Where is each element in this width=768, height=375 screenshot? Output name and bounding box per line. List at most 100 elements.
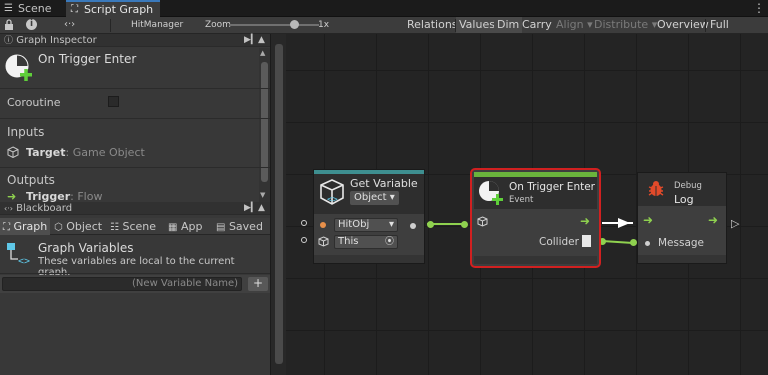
collider-file-icon[interactable] bbox=[582, 235, 591, 247]
add-variable-button[interactable]: + bbox=[248, 277, 268, 291]
cube-icon bbox=[7, 146, 19, 161]
cube-icon: ⬡ bbox=[54, 222, 63, 233]
node-footer bbox=[474, 256, 597, 264]
flow-output-port-icon[interactable]: ▷ bbox=[731, 217, 739, 230]
graph-scrollbar-thumb[interactable] bbox=[275, 44, 283, 364]
full-screen-button[interactable]: Full Screen bbox=[707, 17, 768, 47]
inputs-label: Inputs bbox=[7, 125, 45, 139]
input-port[interactable] bbox=[301, 220, 307, 226]
trigger-event-icon bbox=[478, 180, 504, 206]
variable-cube-icon: <> bbox=[318, 178, 346, 206]
graph-breadcrumb[interactable]: HitManager bbox=[131, 17, 183, 33]
overview-button[interactable]: Overview bbox=[654, 17, 712, 33]
align-dropdown[interactable]: Align ▾ bbox=[553, 17, 596, 33]
message-input-label: Message bbox=[658, 237, 705, 249]
carry-button[interactable]: Carry bbox=[519, 17, 555, 33]
input-port[interactable] bbox=[301, 237, 307, 243]
output-trigger-row: Trigger: Flow bbox=[26, 192, 103, 202]
scene-tab-icon: ☰ bbox=[4, 3, 13, 14]
name-port-icon[interactable] bbox=[320, 222, 326, 228]
bug-icon bbox=[646, 179, 666, 199]
flow-output-arrow-icon[interactable]: ➜ bbox=[708, 213, 718, 227]
zoom-slider-thumb[interactable] bbox=[289, 20, 299, 29]
target-field[interactable]: This ⦿ bbox=[334, 235, 398, 249]
flow-arrow-icon: ➜ bbox=[7, 190, 17, 203]
trigger-event-icon bbox=[5, 54, 33, 82]
message-port-icon[interactable] bbox=[645, 241, 650, 246]
relations-button[interactable]: Relations bbox=[404, 17, 461, 33]
debug-node-category: Debug bbox=[674, 181, 702, 191]
scroll-up-icon[interactable]: ▲ bbox=[260, 49, 265, 57]
on-trigger-enter-node[interactable]: On Trigger Enter Event ➜ Collider bbox=[470, 168, 601, 268]
dock-icon[interactable]: ▶▎ bbox=[244, 202, 258, 215]
chevron-down-icon: ▾ bbox=[388, 219, 394, 230]
svg-text:<>: <> bbox=[327, 195, 338, 205]
section-divider bbox=[0, 273, 270, 274]
dim-button[interactable]: Dim bbox=[494, 17, 523, 33]
debug-log-node[interactable]: Debug Log ➜ ➜ Message bbox=[637, 172, 727, 264]
graph-variables-icon: <> bbox=[6, 241, 32, 267]
value-connection bbox=[601, 240, 634, 244]
graph-tab-icon: ⛶ bbox=[71, 4, 78, 15]
app-icon: ▦ bbox=[168, 222, 178, 233]
tab-scene[interactable]: ☰ Scene bbox=[0, 0, 64, 17]
node-footer bbox=[314, 255, 424, 263]
scrollbar-thumb[interactable] bbox=[261, 62, 268, 182]
inspector-scrollbar[interactable]: ▲ ▼ bbox=[259, 48, 270, 202]
flow-input-arrow-icon[interactable]: ➜ bbox=[643, 213, 653, 227]
zoom-label: Zoom bbox=[205, 20, 231, 30]
blackboard-icon: ‹·› bbox=[4, 204, 13, 213]
graph-toolbar: i ‹·› HitManager Zoom 1x Relations Value… bbox=[0, 17, 768, 47]
blackboard-panel: ‹·› Blackboard ▶▎ ▲ ⛶ Graph ⬡ Object ☷ S… bbox=[0, 202, 270, 375]
tab-scene[interactable]: ☷ Scene bbox=[110, 218, 162, 235]
graph-inspector-header: ⓘ Graph Inspector ▶▎ ▲ bbox=[0, 34, 270, 47]
connection-dot bbox=[630, 239, 637, 246]
saved-icon: ▤ bbox=[216, 222, 226, 233]
zoom-slider[interactable] bbox=[229, 20, 319, 29]
target-picker-icon[interactable]: ⦿ bbox=[385, 236, 394, 248]
cube-icon bbox=[477, 216, 488, 230]
zoom-value: 1x bbox=[318, 20, 330, 30]
flow-output-arrow-icon[interactable]: ➜ bbox=[580, 214, 590, 228]
connection-dot bbox=[461, 221, 468, 228]
values-button[interactable]: Values bbox=[456, 17, 498, 33]
more-options-icon[interactable]: ⋮ bbox=[752, 0, 766, 17]
tab-script-graph[interactable]: ⛶ Script Graph bbox=[66, 0, 160, 17]
window-tab-bar: ☰ Scene ⛶ Script Graph ⋮ bbox=[0, 0, 768, 17]
toolbar-separator bbox=[110, 19, 111, 32]
coroutine-label: Coroutine bbox=[7, 96, 61, 109]
tab-graph[interactable]: ⛶ Graph bbox=[0, 218, 50, 235]
collapse-icon[interactable]: ▲ bbox=[258, 202, 265, 215]
blackboard-header: ‹·› Blackboard ▶▎ ▲ bbox=[0, 202, 270, 215]
graph-variables-title: Graph Variables bbox=[38, 241, 134, 255]
scroll-down-icon[interactable]: ▼ bbox=[260, 191, 265, 199]
tab-app[interactable]: ▦ App bbox=[168, 218, 212, 235]
section-divider bbox=[0, 88, 270, 89]
new-variable-name-input[interactable]: (New Variable Name) bbox=[2, 277, 242, 291]
dock-icon[interactable]: ▶▎ bbox=[244, 34, 258, 47]
collapse-icon[interactable]: ▲ bbox=[258, 34, 265, 47]
debug-node-title: Log bbox=[674, 193, 694, 206]
input-target-row: Target: Game Object bbox=[26, 146, 145, 159]
variable-name-dropdown[interactable]: HitObj ▾ bbox=[334, 218, 398, 232]
node-footer bbox=[638, 255, 726, 263]
collider-output-label: Collider bbox=[539, 236, 579, 248]
info-icon: ⓘ bbox=[4, 36, 14, 46]
chevron-down-icon: ▾ bbox=[389, 192, 395, 203]
tab-object[interactable]: ⬡ Object bbox=[54, 218, 106, 235]
panel-splitter[interactable] bbox=[270, 34, 286, 375]
section-divider bbox=[0, 118, 270, 119]
get-variable-node[interactable]: <> Get Variable Object ▾ HitObj ▾ This ⦿ bbox=[313, 169, 425, 264]
distribute-dropdown[interactable]: Distribute ▾ bbox=[591, 17, 660, 33]
info-icon[interactable]: i bbox=[26, 19, 37, 30]
outputs-label: Outputs bbox=[7, 173, 55, 187]
tab-saved[interactable]: ▤ Saved bbox=[216, 218, 270, 235]
coroutine-checkbox[interactable] bbox=[108, 96, 119, 107]
svg-text:<>: <> bbox=[18, 256, 30, 267]
inspector-title: On Trigger Enter bbox=[38, 52, 137, 66]
lock-icon[interactable] bbox=[4, 19, 14, 31]
graph-icon: ⛶ bbox=[3, 222, 10, 233]
value-output-port[interactable] bbox=[410, 223, 416, 229]
trigger-node-title: On Trigger Enter bbox=[509, 181, 595, 193]
variable-kind-dropdown[interactable]: Object ▾ bbox=[350, 191, 399, 205]
